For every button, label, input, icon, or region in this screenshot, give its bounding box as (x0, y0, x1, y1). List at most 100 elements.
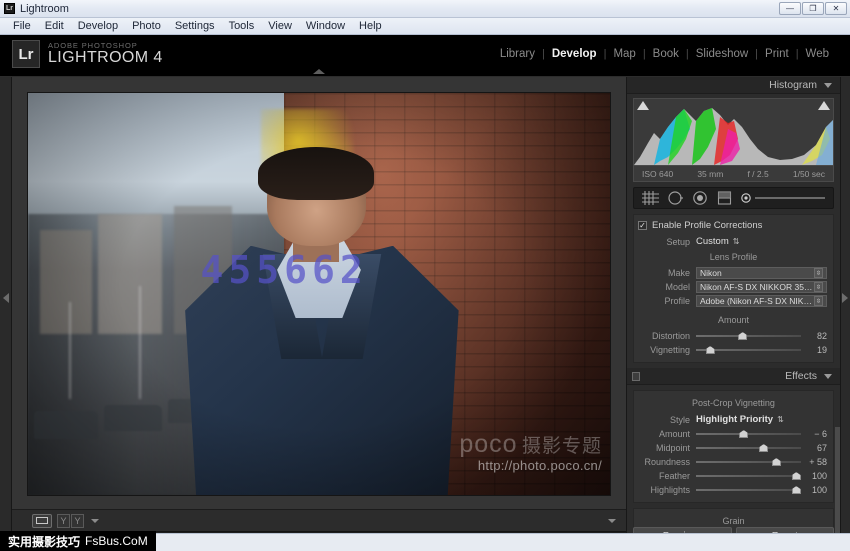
profile-label: Profile (664, 296, 690, 306)
right-panel-scrollbar[interactable] (835, 427, 840, 547)
top-panel-collapse-arrow[interactable] (313, 69, 325, 74)
menu-file[interactable]: File (6, 19, 38, 33)
menu-settings[interactable]: Settings (168, 19, 222, 33)
toolbar-collapse-caret-icon[interactable] (608, 518, 616, 523)
menu-photo[interactable]: Photo (125, 19, 168, 33)
module-web[interactable]: Web (799, 48, 836, 60)
enable-profile-corrections-checkbox[interactable]: ✓ (638, 221, 647, 230)
content-toolbar: Y Y (12, 509, 626, 531)
menu-develop[interactable]: Develop (71, 19, 125, 33)
chevron-down-icon[interactable] (824, 373, 832, 379)
model-combobox[interactable]: Nikon AF-S DX NIKKOR 35mm... ⇳ (696, 281, 827, 293)
lightroom-logo-icon: Lr (4, 3, 15, 14)
exif-shutter: 1/50 sec (792, 168, 825, 179)
menu-help[interactable]: Help (352, 19, 389, 33)
status-tip-overlay: 实用摄影技巧 FsBus.CoM (0, 531, 156, 551)
toolbar-options-caret-icon[interactable] (91, 518, 99, 523)
graduated-filter-icon[interactable] (717, 191, 732, 205)
lightroom-body: 455662 poco 摄影专题 http://photo.poco.cn/ Y… (0, 69, 850, 551)
vignetting-value: 19 (816, 345, 827, 355)
chevron-down-icon: ⇳ (814, 268, 823, 278)
distortion-slider[interactable] (696, 331, 801, 341)
pcv-feather-label: Feather (658, 471, 690, 481)
post-crop-vignetting-title: Post-Crop Vignetting (692, 398, 775, 408)
style-value[interactable]: Highlight Priority (696, 414, 773, 425)
effects-section: Post-Crop Vignetting Style Highlight Pri… (633, 390, 834, 503)
loupe-view-icon[interactable] (32, 513, 52, 528)
photo-canvas: 455662 poco 摄影专题 http://photo.poco.cn/ (28, 93, 610, 495)
poco-watermark: poco 摄影专题 http://photo.poco.cn/ (459, 430, 602, 474)
image-content-area: 455662 poco 摄影专题 http://photo.poco.cn/ Y… (12, 69, 626, 551)
histogram-svg (634, 108, 833, 165)
poco-brand-text: poco (459, 430, 518, 458)
make-value: Nikon (700, 268, 722, 278)
updown-arrows-icon[interactable]: ⇅ (777, 415, 784, 424)
style-label: Style (669, 414, 690, 425)
vignetting-label: Vignetting (650, 345, 690, 355)
photo-building (97, 213, 162, 335)
loupe-image[interactable]: 455662 poco 摄影专题 http://photo.poco.cn/ (28, 93, 610, 495)
pcv-midpoint-label: Midpoint (655, 443, 690, 453)
lens-corrections-section: ✓ Enable Profile Corrections Setup Custo… (633, 214, 834, 363)
shadow-clipping-triangle-icon[interactable] (637, 101, 649, 110)
pcv-amount-slider[interactable] (696, 429, 801, 439)
maximize-button[interactable]: ❐ (802, 2, 824, 15)
pcv-roundness-slider[interactable] (696, 457, 801, 467)
pcv-feather-slider[interactable] (696, 471, 801, 481)
exif-focal: 35 mm (697, 168, 724, 179)
model-value: Nikon AF-S DX NIKKOR 35mm... (700, 282, 814, 292)
spot-removal-icon[interactable] (668, 191, 684, 205)
distortion-value: 82 (816, 331, 827, 341)
lr-badge-icon: Lr (12, 40, 40, 68)
updown-arrows-icon[interactable]: ⇅ (733, 237, 740, 246)
identity-plate[interactable]: Lr ADOBE PHOTOSHOP LIGHTROOM 4 (12, 40, 163, 68)
brush-size-slider[interactable] (755, 197, 825, 199)
pcv-highlights-value: 100 (811, 485, 827, 495)
pcv-midpoint-row: Midpoint 67 (634, 441, 833, 455)
panel-switch-icon[interactable] (632, 372, 640, 381)
module-map[interactable]: Map (606, 48, 642, 60)
menu-edit[interactable]: Edit (38, 19, 71, 33)
histogram-title: Histogram (769, 79, 817, 91)
menu-window[interactable]: Window (299, 19, 352, 33)
module-library[interactable]: Library (493, 48, 542, 60)
exif-aperture: f / 2.5 (747, 168, 769, 179)
minimize-button[interactable]: — (779, 2, 801, 15)
enable-profile-corrections-row[interactable]: ✓ Enable Profile Corrections (634, 219, 833, 234)
histogram-panel-header[interactable]: Histogram (627, 77, 840, 94)
red-eye-correction-icon[interactable] (693, 191, 708, 205)
photo-watermark-number: 455662 (200, 247, 368, 292)
pcv-amount-label: Amount (658, 429, 690, 439)
highlight-clipping-triangle-icon[interactable] (818, 101, 830, 110)
effects-panel-header[interactable]: Effects (627, 368, 840, 385)
right-panel: Histogram ISO 640 35 mm f / 2.5 1/50 sec… (626, 77, 840, 551)
flag-reject-icon[interactable]: Y (71, 513, 84, 528)
vignetting-slider[interactable] (696, 345, 801, 355)
profile-combobox[interactable]: Adobe (Nikon AF-S DX NIKKO... ⇳ (696, 295, 827, 307)
crop-overlay-icon[interactable] (642, 191, 659, 205)
menu-view[interactable]: View (261, 19, 299, 33)
pcv-roundness-row: Roundness + 58 (634, 455, 833, 469)
left-panel-collapse-rail[interactable] (0, 77, 12, 551)
menu-tools[interactable]: Tools (222, 19, 262, 33)
profile-value: Adobe (Nikon AF-S DX NIKKO... (700, 296, 814, 306)
window-title: Lightroom (20, 2, 69, 15)
close-button[interactable]: ✕ (825, 2, 847, 15)
setup-value[interactable]: Custom (696, 236, 729, 247)
histogram-graph[interactable] (633, 98, 834, 166)
pcv-roundness-label: Roundness (644, 457, 690, 467)
module-print[interactable]: Print (758, 48, 796, 60)
adjustment-brush-icon[interactable] (741, 192, 825, 204)
module-slideshow[interactable]: Slideshow (689, 48, 755, 60)
pcv-roundness-value: + 58 (809, 457, 827, 467)
pcv-midpoint-slider[interactable] (696, 443, 801, 453)
right-panel-collapse-rail[interactable] (840, 77, 850, 551)
make-combobox[interactable]: Nikon ⇳ (696, 267, 827, 279)
module-develop[interactable]: Develop (545, 48, 604, 60)
chevron-down-icon[interactable] (824, 82, 832, 88)
module-book[interactable]: Book (646, 48, 686, 60)
status-tip-cn: 实用摄影技巧 (8, 534, 81, 549)
pcv-highlights-slider[interactable] (696, 485, 801, 495)
flag-reject-icon[interactable]: Y (57, 513, 70, 528)
poco-brand-cn: 摄影专题 (521, 436, 602, 457)
